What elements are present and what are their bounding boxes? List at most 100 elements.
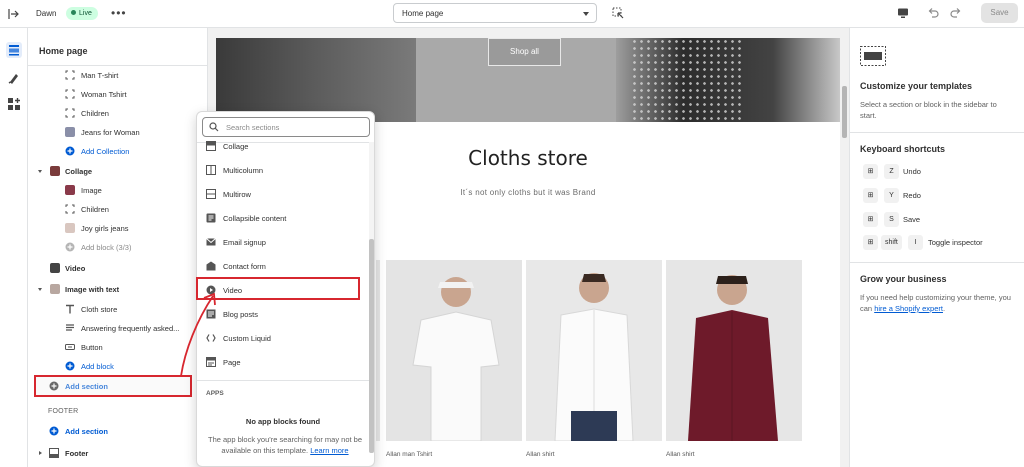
block-label: Children [81,205,109,214]
section-option-multirow[interactable]: Multirow [197,183,369,205]
section-label: Video [65,264,86,273]
inspector-icon[interactable] [612,7,624,19]
hero-banner-image: Shop all [216,38,840,122]
section-option-label: Email signup [223,238,266,247]
multicolumn-icon [206,165,216,175]
shortcut-key: I [908,235,923,250]
chevron-right-icon [39,451,42,455]
section-thumbnail [50,166,60,176]
scrollbar-thumb[interactable] [369,239,374,453]
product-name[interactable]: Allan shirt [526,451,555,458]
add-block-label: Add block (3/3) [81,243,132,252]
section-option-label: Multicolumn [223,166,264,175]
block-label: Answering frequently asked... [81,324,180,333]
app-embeds-icon[interactable] [6,96,22,112]
shortcut-action: Toggle inspector [928,238,983,247]
product-name[interactable]: Allan man Tshirt [386,451,432,458]
section-thumbnail [50,263,60,273]
image-placeholder-icon [65,204,75,214]
hero-pattern [631,38,741,122]
section-collage[interactable]: Collage [28,162,207,180]
divider [850,262,1024,263]
product-image[interactable] [666,260,802,441]
block-children-collage[interactable]: Children [28,200,207,218]
right-panel: Customize your templates Select a sectio… [849,28,1024,467]
block-image[interactable]: Image [28,181,207,199]
block-label: Man T-shirt [81,71,119,80]
desktop-preview-icon[interactable] [897,7,909,19]
shortcuts-title: Keyboard shortcuts [860,144,946,154]
block-jeans-for-woman[interactable]: Jeans for Woman [28,123,207,141]
shortcut-action: Undo [903,167,921,176]
sections-icon[interactable] [6,42,22,58]
customize-description: Select a section or block in the sidebar… [860,100,997,120]
grow-title: Grow your business [860,274,947,284]
annotation-arrow-icon [180,292,216,377]
scrollbar-thumb[interactable] [842,86,847,138]
section-option-label: Page [223,358,241,367]
product-name[interactable]: Allan shirt [666,451,695,458]
shortcut-modifier-key: ⊞ [863,188,878,203]
hire-expert-link[interactable]: hire a Shopify expert [874,304,943,313]
block-man-tshirt[interactable]: Man T-shirt [28,66,207,84]
section-option-multicolumn[interactable]: Multicolumn [197,159,369,181]
section-option-email-signup[interactable]: Email signup [197,231,369,253]
no-app-blocks-title: No app blocks found [245,417,321,426]
shortcut-modifier-key: ⊞ [863,164,878,179]
product-image[interactable] [526,260,662,441]
section-video[interactable]: Video [28,259,207,277]
paragraph-icon [66,324,74,331]
shortcut-action: Save [903,215,921,224]
block-label: Joy girls jeans [81,224,129,233]
image-placeholder-icon [65,108,75,118]
block-label: Button [81,343,103,352]
block-children[interactable]: Children [28,104,207,122]
search-sections-input[interactable]: Search sections [202,117,370,137]
section-option-contact-form[interactable]: Contact form [197,255,369,277]
section-footer[interactable]: Footer [28,444,207,462]
plus-circle-icon [65,146,75,156]
popover-scrollbar[interactable] [369,142,374,453]
shortcut-key: Y [884,188,899,203]
footer-add-section-label: Add section [65,427,108,436]
section-option-collage[interactable]: Collage [197,135,369,157]
redo-icon[interactable] [950,7,962,19]
block-label: Cloth store [81,305,118,314]
theme-settings-icon[interactable] [6,70,22,86]
shortcut-key: Z [884,164,899,179]
page-selector[interactable]: Home page [393,3,597,23]
block-label: Image [81,186,102,195]
section-label: Image with text [65,285,120,294]
block-joy-girls-jeans[interactable]: Joy girls jeans [28,219,207,237]
no-app-blocks-description: The app block you're searching for may n… [205,434,365,456]
block-label: Woman Tshirt [81,90,127,99]
search-placeholder: Search sections [226,123,280,132]
chevron-down-icon [38,288,42,291]
learn-more-link[interactable]: Learn more [310,446,348,455]
divider [197,380,369,381]
shop-all-button[interactable]: Shop all [488,38,561,66]
grow-description: If you need help customizing your theme,… [860,292,1015,314]
status-badge: Live [66,7,98,20]
block-woman-tshirt[interactable]: Woman Tshirt [28,85,207,103]
plus-circle-icon [65,242,75,252]
product-photo-white-shirt [526,260,662,441]
page-selector-value: Home page [402,9,444,18]
exit-icon[interactable] [7,8,19,20]
more-actions-button[interactable]: ••• [111,6,127,20]
multirow-icon [206,189,216,199]
product-image[interactable] [386,260,522,441]
save-button[interactable]: Save [981,3,1018,23]
section-label: Footer [65,449,89,458]
hero-image-left [216,38,416,122]
section-option-collapsible-content[interactable]: Collapsible content [197,207,369,229]
shortcut-modifier-key: ⊞ [863,212,878,227]
add-collection-button[interactable]: Add Collection [28,142,207,160]
grow-end: . [942,304,946,313]
footer-add-section-button[interactable]: Add section [28,422,207,440]
undo-icon[interactable] [927,7,939,19]
shortcut-key: S [884,212,899,227]
sidebar-title: Home page [39,46,88,56]
add-collection-label: Add Collection [81,147,130,156]
preview-scrollbar[interactable] [840,38,848,467]
